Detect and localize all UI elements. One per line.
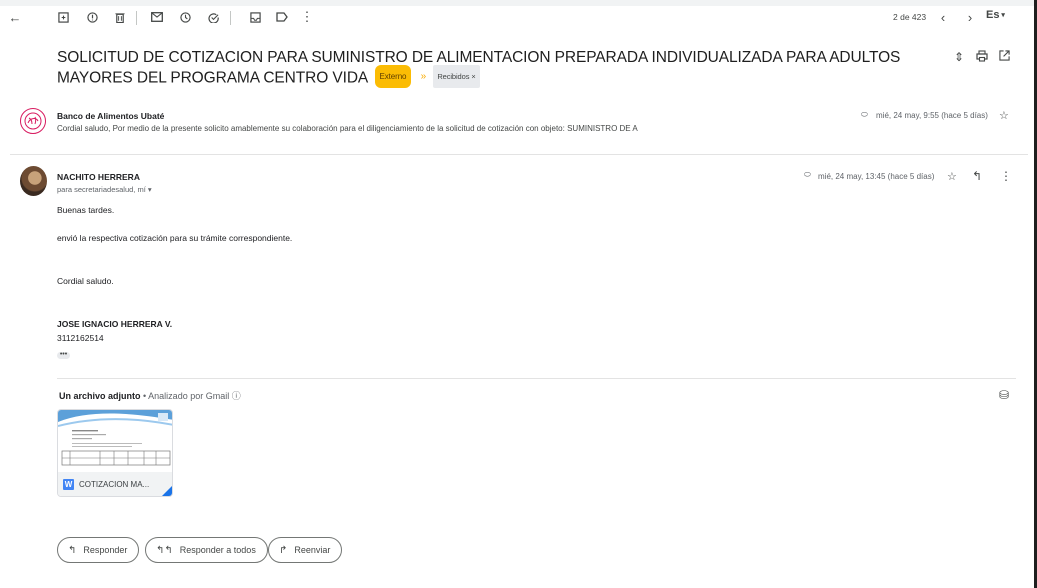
signature-phone: 3112162514 bbox=[57, 333, 104, 343]
reply-icon[interactable]: ↰ bbox=[972, 169, 982, 183]
back-arrow-icon[interactable]: ← bbox=[6, 8, 24, 26]
importance-marker-icon[interactable]: » bbox=[421, 67, 427, 86]
body-closing: Cordial saludo. bbox=[57, 276, 114, 286]
label-icon[interactable] bbox=[273, 8, 291, 26]
label-tag-icon: ⬭ bbox=[861, 110, 868, 119]
archive-icon[interactable] bbox=[54, 8, 72, 26]
older-chevron-icon[interactable]: › bbox=[961, 8, 979, 26]
toolbar-separator bbox=[136, 11, 137, 25]
recipients-text: para secretariadesalud, mí bbox=[57, 185, 146, 194]
attachments-header: Un archivo adjunto • Analizado por Gmail… bbox=[59, 389, 241, 402]
attachment-thumbnail bbox=[58, 410, 172, 472]
input-tools-label: Es bbox=[986, 9, 1000, 21]
sender-name[interactable]: Banco de Alimentos Ubaté bbox=[57, 111, 164, 121]
reply-icon: ↰ bbox=[68, 544, 77, 556]
subject-actions: ⇕ bbox=[954, 50, 1014, 68]
mark-unread-icon[interactable] bbox=[148, 8, 166, 26]
reply-all-button[interactable]: ↰↰ Responder a todos bbox=[145, 537, 268, 563]
inbox-label-chip[interactable]: Recibidos × bbox=[433, 65, 480, 88]
attachments-divider bbox=[57, 378, 1016, 379]
attachment-card[interactable]: W COTIZACION MA... bbox=[57, 409, 173, 497]
reply-button[interactable]: ↰ Responder bbox=[57, 537, 140, 563]
report-spam-icon[interactable] bbox=[83, 8, 101, 26]
recipients-line[interactable]: para secretariadesalud, mí ▾ bbox=[57, 185, 152, 194]
forward-label: Reenviar bbox=[294, 545, 331, 555]
reply-label: Responder bbox=[83, 545, 128, 555]
label-tag-icon: ⬭ bbox=[804, 170, 811, 179]
message-snippet[interactable]: Cordial saludo, Por medio de la presente… bbox=[57, 124, 638, 133]
body-line: envió la respectiva cotización para su t… bbox=[57, 233, 293, 243]
more-vert-icon[interactable]: ⋮ bbox=[298, 8, 316, 26]
sender-avatar[interactable] bbox=[20, 108, 46, 134]
newer-chevron-icon[interactable]: ‹ bbox=[934, 8, 952, 26]
thread-subject: SOLICITUD DE COTIZACION PARA SUMINISTRO … bbox=[57, 48, 917, 90]
more-vert-icon[interactable]: ⋮ bbox=[1000, 169, 1012, 183]
expand-collapse-icon[interactable]: ⇕ bbox=[954, 50, 964, 64]
external-badge: Externo bbox=[374, 65, 412, 88]
caret-down-icon: ▾ bbox=[999, 12, 1005, 19]
move-to-icon[interactable] bbox=[246, 8, 264, 26]
delete-icon[interactable] bbox=[111, 8, 129, 26]
sender-name[interactable]: NACHITO HERRERA bbox=[57, 172, 140, 182]
attachment-footer: W COTIZACION MA... bbox=[58, 472, 172, 496]
message-divider bbox=[10, 154, 1028, 155]
sender-avatar[interactable] bbox=[20, 166, 47, 196]
organization-logo-icon bbox=[24, 112, 42, 130]
reply-all-icon: ↰↰ bbox=[156, 544, 173, 556]
add-to-drive-icon[interactable]: ⛁ bbox=[999, 388, 1009, 402]
show-trimmed-content-button[interactable]: ••• bbox=[57, 351, 70, 359]
snooze-icon[interactable] bbox=[176, 8, 194, 26]
message-date: mié, 24 may, 13:45 (hace 5 días) bbox=[818, 172, 935, 181]
forward-icon: ↱ bbox=[279, 544, 288, 556]
star-icon[interactable]: ☆ bbox=[999, 109, 1009, 122]
forward-button[interactable]: ↱ Reenviar bbox=[268, 537, 343, 563]
open-new-window-icon[interactable] bbox=[999, 50, 1010, 64]
caret-down-icon: ▾ bbox=[147, 185, 152, 194]
print-icon[interactable] bbox=[976, 50, 988, 65]
reply-all-label: Responder a todos bbox=[179, 545, 256, 555]
file-corner-fold bbox=[160, 484, 172, 496]
pagination-counter: 2 de 423 bbox=[893, 12, 927, 22]
attachments-count: Un archivo adjunto bbox=[59, 391, 141, 401]
input-tools-button[interactable]: Es ▾ bbox=[986, 9, 1005, 21]
message-toolbar: ← ⋮ 2 de 423 ‹ › Es ▾ bbox=[0, 6, 1030, 32]
star-icon[interactable]: ☆ bbox=[947, 170, 957, 183]
word-document-icon: W bbox=[63, 479, 74, 490]
signature-name: JOSE IGNACIO HERRERA V. bbox=[57, 319, 173, 329]
scanned-by-gmail-label[interactable]: • Analizado por Gmail ⓘ bbox=[141, 391, 241, 401]
attachment-filename: COTIZACION MA... bbox=[79, 480, 150, 489]
body-greeting: Buenas tardes. bbox=[57, 205, 115, 215]
toolbar-separator bbox=[230, 11, 231, 25]
message-date: mié, 24 may, 9:55 (hace 5 días) bbox=[876, 111, 988, 120]
add-task-icon[interactable] bbox=[204, 8, 222, 26]
